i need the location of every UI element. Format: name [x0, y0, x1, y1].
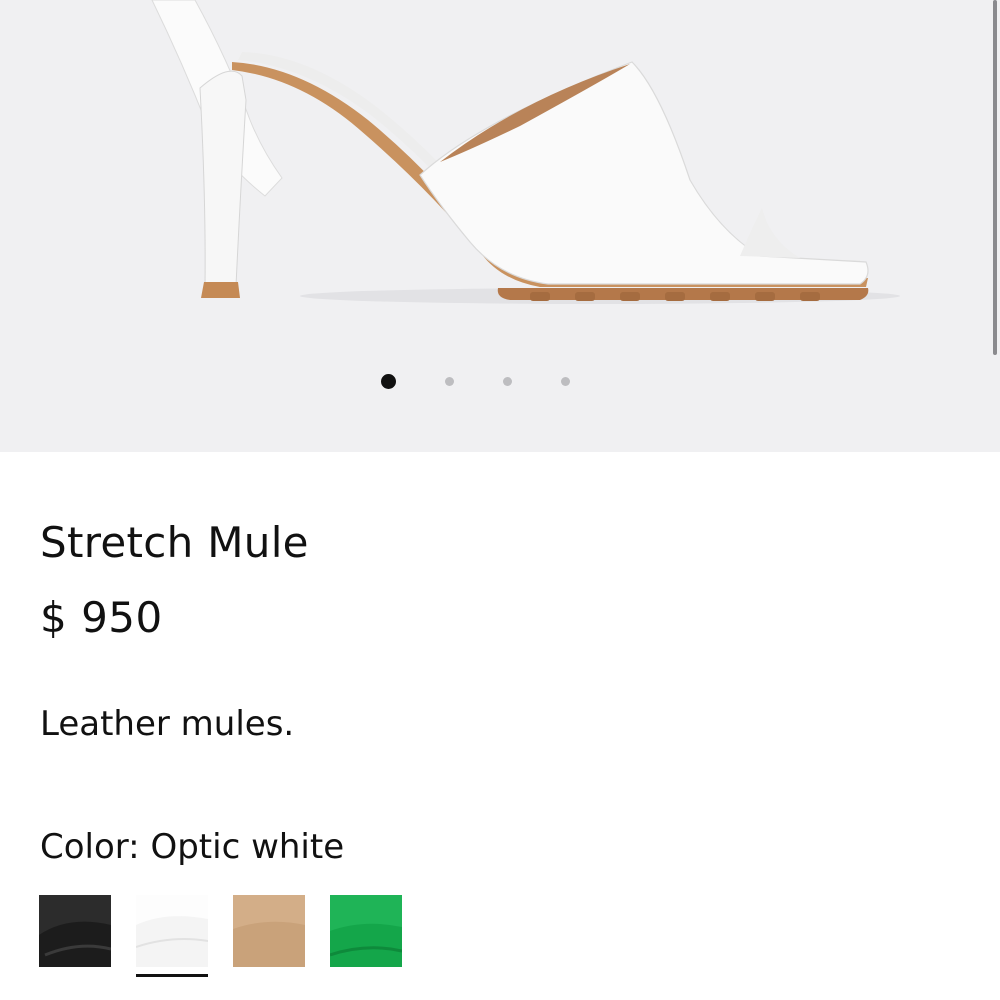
color-label: Color:	[40, 827, 140, 867]
gallery-scrollbar[interactable]	[993, 0, 997, 355]
carousel-dot-3[interactable]	[503, 377, 512, 386]
product-price: $ 950	[40, 593, 163, 642]
product-image-carousel[interactable]	[0, 0, 1000, 452]
product-page: Stretch Mule $ 950 Leather mules. Color:…	[0, 0, 1000, 1000]
carousel-dot-1[interactable]	[381, 374, 396, 389]
color-selection-label: Color: Optic white	[40, 824, 344, 870]
carousel-dot-2[interactable]	[445, 377, 454, 386]
color-swatches	[39, 895, 439, 985]
swatch-optic-white[interactable]	[136, 895, 208, 967]
carousel-dot-4[interactable]	[561, 377, 570, 386]
product-description: Leather mules.	[40, 704, 295, 744]
carousel-pagination	[381, 373, 581, 389]
selected-color-name: Optic white	[150, 827, 345, 867]
swatch-black[interactable]	[39, 895, 111, 967]
swatch-green[interactable]	[330, 895, 402, 967]
selected-swatch-indicator	[136, 974, 208, 977]
swatch-tan[interactable]	[233, 895, 305, 967]
product-title: Stretch Mule	[40, 518, 309, 567]
